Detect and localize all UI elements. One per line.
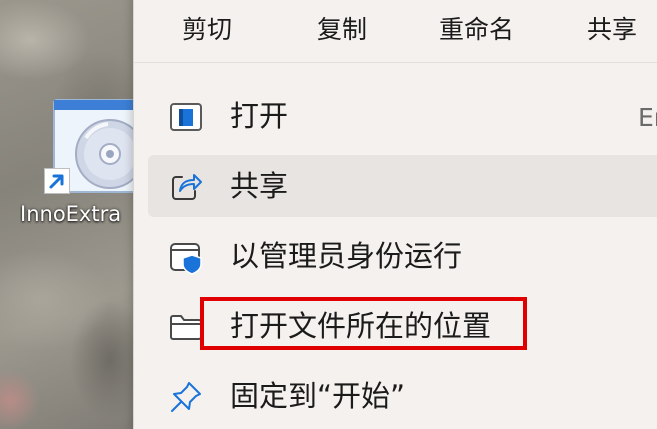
desktop-shortcut-label: InnoExtra (20, 202, 122, 226)
rename-button[interactable]: 重命名 (439, 10, 514, 50)
cut-button[interactable]: 剪切 (182, 10, 232, 50)
context-menu: 剪切 复制 重命名 共享 打开 Er 共享 (133, 0, 657, 429)
menu-item-label: 共享 (230, 169, 289, 203)
pin-icon (171, 382, 201, 412)
menu-item-label: 固定到“开始” (230, 379, 406, 413)
menu-item-shortcut: Er (638, 103, 657, 132)
menu-item-open[interactable]: 打开 Er (148, 85, 657, 147)
menu-item-run-as-admin[interactable]: 以管理员身份运行 (148, 225, 657, 287)
shield-admin-icon (170, 243, 202, 275)
menu-item-label: 打开文件所在的位置 (230, 309, 492, 343)
share-top-button[interactable]: 共享 (587, 10, 637, 50)
menu-item-label: 以管理员身份运行 (230, 239, 463, 273)
desktop-shortcut[interactable]: InnoExtra (20, 96, 147, 236)
screen: InnoExtra 剪切 复制 重命名 共享 打开 Er 共享 (0, 0, 657, 429)
context-menu-action-bar: 剪切 复制 重命名 共享 (134, 0, 657, 63)
menu-item-open-file-location[interactable]: 打开文件所在的位置 (148, 295, 657, 357)
open-window-icon (170, 103, 202, 131)
folder-icon (170, 315, 202, 340)
menu-item-share[interactable]: 共享 (148, 155, 657, 217)
copy-button[interactable]: 复制 (317, 10, 367, 50)
menu-item-label: 打开 (230, 99, 289, 133)
shortcut-arrow-icon (44, 168, 70, 194)
menu-item-pin-to-start[interactable]: 固定到“开始” (148, 365, 657, 427)
share-icon (172, 174, 202, 200)
